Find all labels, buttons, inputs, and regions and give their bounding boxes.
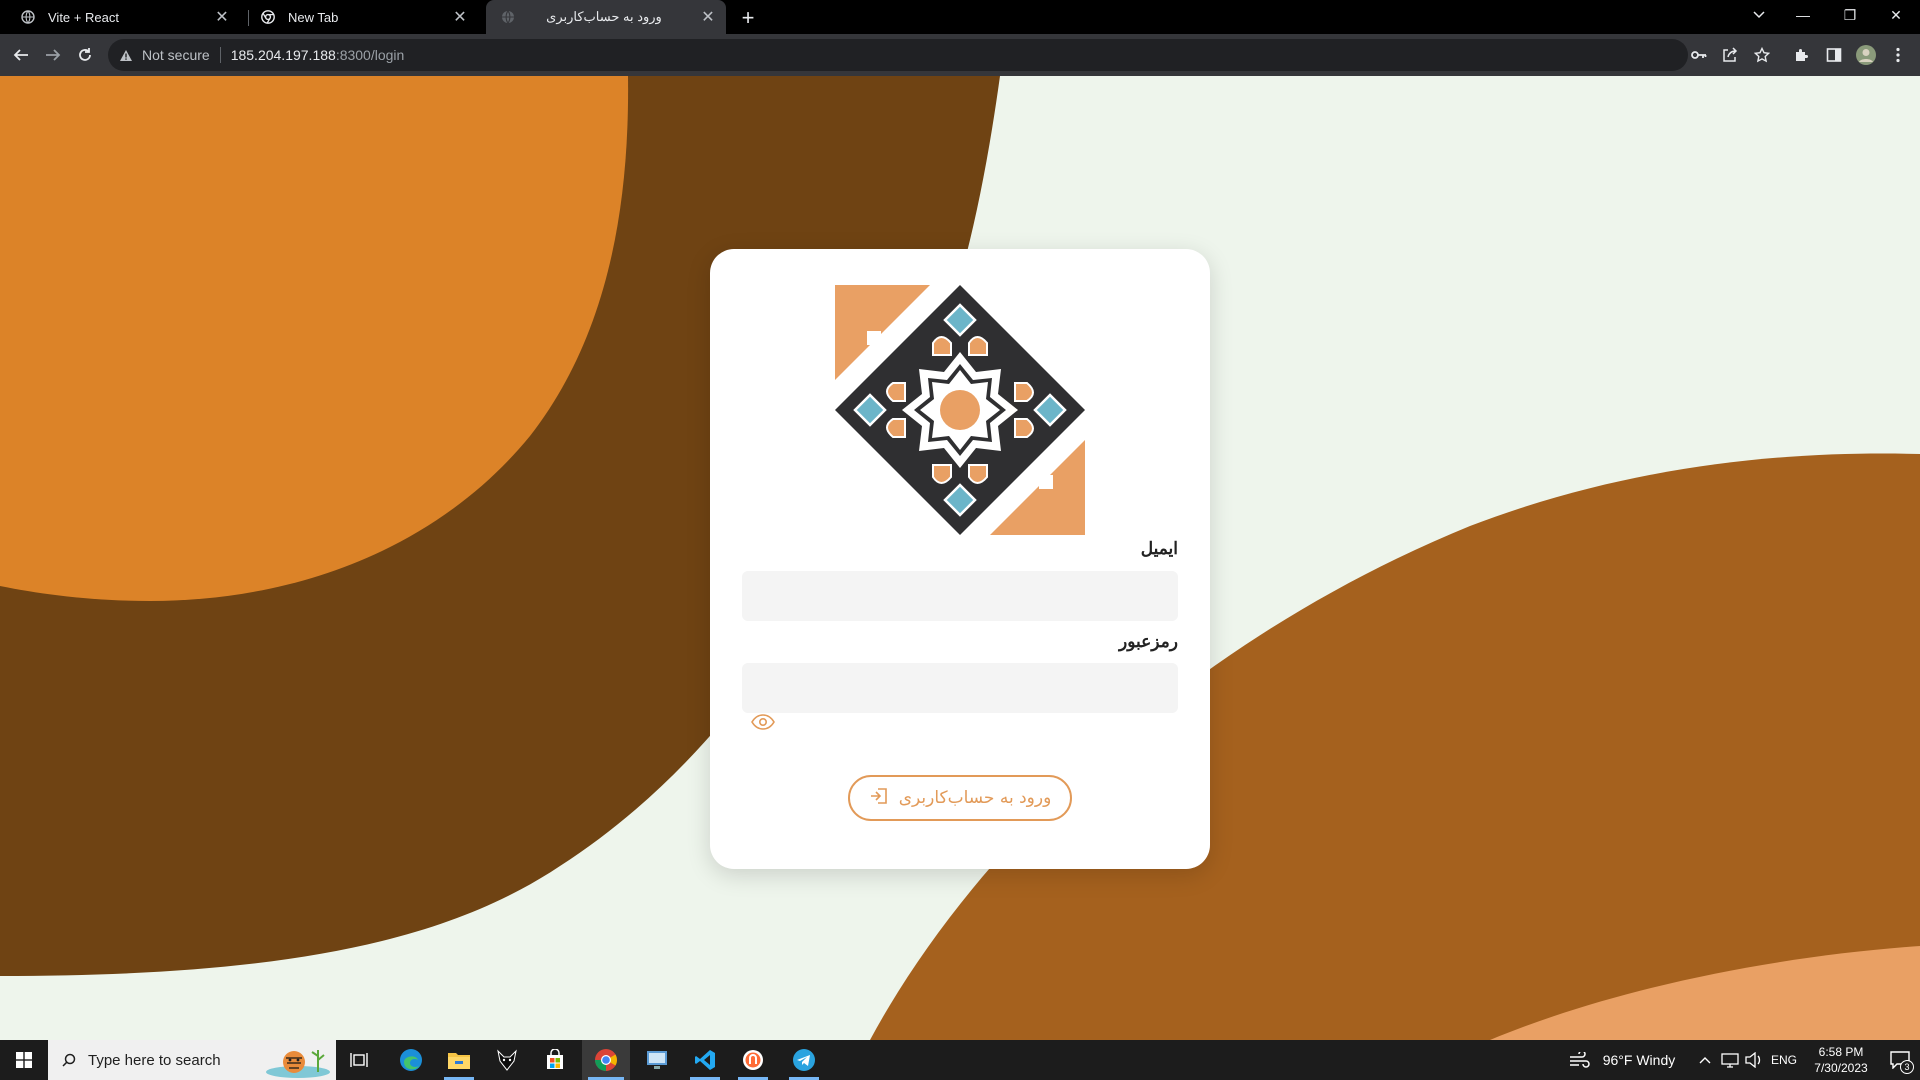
search-placeholder: Type here to search: [88, 1051, 221, 1069]
side-panel-icon[interactable]: [1820, 41, 1848, 69]
windows-taskbar: Type here to search 96°F Windy ENG 6:58 …: [0, 1040, 1920, 1080]
warning-icon[interactable]: [118, 47, 134, 63]
remote-desktop-icon[interactable]: [636, 1040, 678, 1080]
clock-date: 7/30/2023: [1814, 1061, 1868, 1075]
chevron-up-icon[interactable]: [1694, 1040, 1716, 1080]
globe-icon: [20, 9, 36, 25]
vscode-icon[interactable]: [684, 1040, 726, 1080]
login-button[interactable]: ورود به حساب‌کاربری: [848, 775, 1072, 821]
clock-time: 6:58 PM: [1818, 1045, 1864, 1059]
clock[interactable]: 6:58 PM 7/30/2023: [1804, 1040, 1878, 1080]
postman-app-icon[interactable]: [732, 1040, 774, 1080]
tab-title: ورود به حساب‌کاربری: [546, 9, 662, 24]
browser-toolbar: Not secure 185.204.197.188 :8300/login: [0, 34, 1920, 76]
notification-count-badge: 3: [1900, 1060, 1914, 1074]
network-icon[interactable]: [1718, 1040, 1742, 1080]
tab-strip: Vite + React ✕ New Tab ✕ ورود به حساب‌کا…: [0, 0, 1920, 34]
key-icon[interactable]: [1685, 41, 1713, 69]
chrome-menu-icon[interactable]: [1884, 41, 1912, 69]
file-explorer-icon[interactable]: [438, 1040, 480, 1080]
tab-search-icon[interactable]: [1741, 0, 1777, 30]
globe-icon: [500, 9, 516, 25]
windows-start-icon[interactable]: [0, 1040, 48, 1080]
forward-button[interactable]: [39, 41, 67, 69]
tiger-illustration-icon: [256, 1042, 332, 1080]
page-viewport: ایمیل رمزعبور ورود به حساب‌کاربری: [0, 76, 1920, 1040]
telegram-icon[interactable]: [780, 1040, 828, 1080]
address-bar[interactable]: Not secure 185.204.197.188 :8300/login: [108, 39, 1688, 71]
url-host: 185.204.197.188: [230, 47, 336, 63]
microsoft-store-icon[interactable]: [534, 1040, 576, 1080]
language-indicator[interactable]: ENG: [1768, 1040, 1800, 1080]
share-icon[interactable]: [1716, 41, 1744, 69]
weather-text[interactable]: 96°F Windy: [1596, 1040, 1682, 1080]
login-button-label: ورود به حساب‌کاربری: [898, 788, 1052, 808]
extensions-puzzle-icon[interactable]: [1788, 41, 1816, 69]
login-card: ایمیل رمزعبور ورود به حساب‌کاربری: [710, 249, 1210, 869]
email-field[interactable]: [742, 571, 1178, 621]
close-icon[interactable]: ✕: [698, 7, 718, 27]
address-divider: [219, 47, 221, 63]
restore-button[interactable]: ❐: [1832, 0, 1868, 30]
close-icon[interactable]: ✕: [450, 7, 470, 27]
login-enter-icon: [869, 787, 889, 810]
new-tab-button[interactable]: +: [735, 5, 761, 31]
tab-new-tab[interactable]: New Tab ✕: [240, 0, 478, 34]
weather-wind-icon[interactable]: [1566, 1040, 1592, 1080]
window-close-button[interactable]: ✕: [1878, 0, 1914, 30]
password-label: رمزعبور: [1119, 632, 1178, 651]
edge-icon[interactable]: [390, 1040, 432, 1080]
password-field[interactable]: [742, 663, 1178, 713]
chrome-taskbar-icon[interactable]: [582, 1040, 630, 1080]
url-path: :8300/login: [335, 47, 405, 63]
chrome-icon: [260, 9, 276, 25]
close-icon[interactable]: ✕: [212, 7, 232, 27]
volume-icon[interactable]: [1742, 1040, 1766, 1080]
notifications-icon[interactable]: 3: [1880, 1040, 1920, 1080]
reload-button[interactable]: [71, 41, 99, 69]
logo-icon: [835, 285, 1085, 535]
back-button[interactable]: [7, 41, 35, 69]
tab-login[interactable]: ورود به حساب‌کاربری ✕: [486, 0, 726, 34]
minimize-button[interactable]: —: [1785, 0, 1821, 30]
tab-vite-react[interactable]: Vite + React ✕: [0, 0, 240, 34]
task-view-icon[interactable]: [340, 1040, 378, 1080]
taskbar-search[interactable]: Type here to search: [48, 1040, 336, 1080]
search-icon: [62, 1053, 76, 1067]
show-password-eye-icon[interactable]: [750, 709, 776, 735]
security-status: Not secure: [142, 47, 210, 63]
email-label: ایمیل: [1140, 539, 1178, 558]
tab-title: New Tab: [288, 9, 339, 25]
profile-avatar[interactable]: [1852, 41, 1880, 69]
bookmark-star-icon[interactable]: [1748, 41, 1776, 69]
fox-app-icon[interactable]: [486, 1040, 528, 1080]
tab-title: Vite + React: [48, 9, 119, 25]
